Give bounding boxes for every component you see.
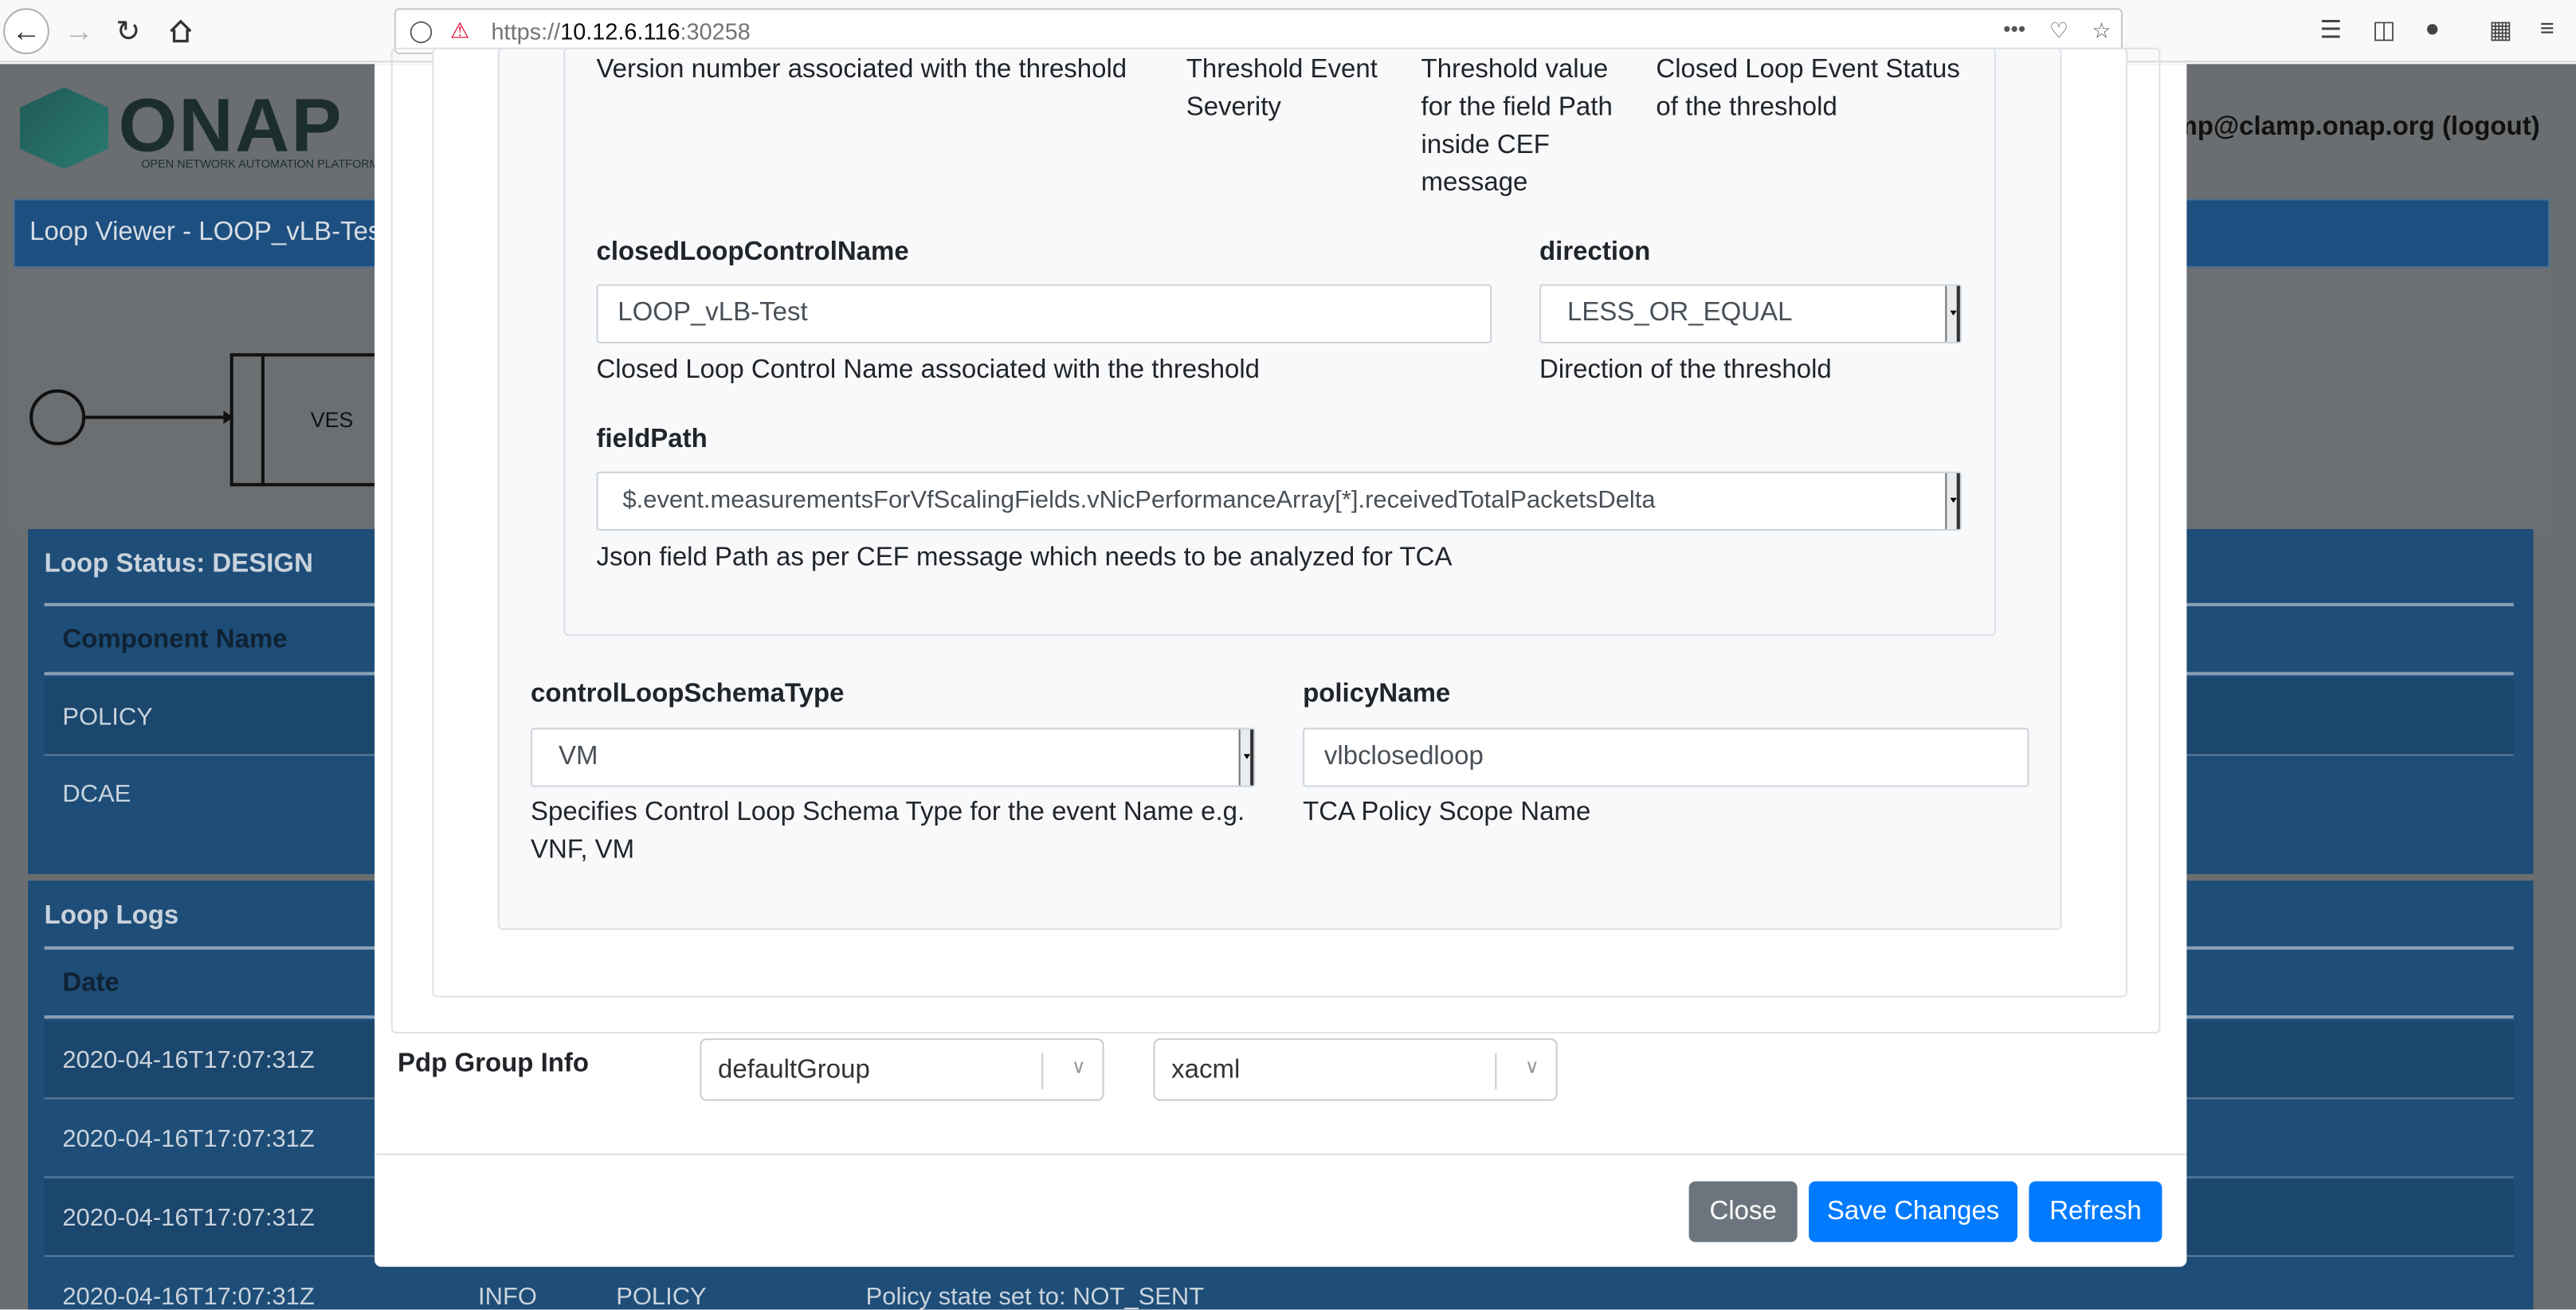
close-button[interactable]: Close xyxy=(1688,1181,1798,1242)
logo-cube-icon xyxy=(19,87,109,170)
dropdown-arrow-icon xyxy=(1945,285,1960,342)
ves-label: VES xyxy=(311,408,354,432)
shield-icon: ◯ xyxy=(409,18,433,43)
insecure-lock-icon: ⚠ xyxy=(449,18,469,43)
reload-icon: ↻ xyxy=(116,14,141,47)
chevron-down-icon: ∨ xyxy=(1071,1054,1086,1078)
pdp-subgroup-select[interactable]: xacml ∨ xyxy=(1153,1038,1558,1101)
policy-editor-modal: Version number associated with the thres… xyxy=(374,47,2187,1267)
policy-name-input[interactable]: vlbclosedloop xyxy=(1303,728,2029,787)
modal-footer-divider xyxy=(374,1153,2187,1155)
pocket-icon[interactable]: ♡ xyxy=(2049,18,2068,45)
home-button[interactable] xyxy=(158,8,204,54)
direction-description: Direction of the threshold xyxy=(1539,356,1832,385)
schema-type-select[interactable]: VM xyxy=(530,728,1256,787)
direction-label: direction xyxy=(1539,237,1651,267)
url-text: https://10.12.6.116:30258 xyxy=(491,18,751,45)
reload-button[interactable]: ↻ xyxy=(105,8,151,54)
menu-icon[interactable]: ≡ xyxy=(2540,15,2554,43)
home-icon xyxy=(170,19,192,43)
pdp-group-select[interactable]: defaultGroup ∨ xyxy=(700,1038,1104,1101)
loop-viewer-title: Loop Viewer - LOOP_vLB-Test xyxy=(29,218,389,247)
back-button[interactable]: ← xyxy=(3,8,49,55)
refresh-button[interactable]: Refresh xyxy=(2029,1181,2162,1242)
page-actions-button[interactable]: ••• xyxy=(2003,17,2025,41)
account-icon[interactable]: ● xyxy=(2425,15,2440,43)
select-separator xyxy=(1041,1053,1044,1090)
bookmark-star-icon[interactable]: ☆ xyxy=(2092,18,2111,45)
pdp-group-label: Pdp Group Info xyxy=(397,1049,590,1078)
user-logout-link[interactable]: mp@clamp.onap.org (logout) xyxy=(2174,113,2540,143)
closed-loop-name-label: closedLoopControlName xyxy=(596,237,909,267)
dropdown-arrow-icon xyxy=(1238,729,1254,786)
loop-logs-title: Loop Logs xyxy=(44,901,179,931)
loop-diagram-svg: VES xyxy=(29,353,398,487)
schema-type-description: Specifies Control Loop Schema Type for t… xyxy=(530,798,1245,865)
threshold-value-description: Threshold value for the field Path insid… xyxy=(1421,56,1613,198)
closed-loop-name-description: Closed Loop Control Name associated with… xyxy=(596,356,1261,385)
version-description: Version number associated with the thres… xyxy=(596,56,1127,84)
logo-text: ONAP xyxy=(118,82,343,168)
field-path-label: fieldPath xyxy=(596,426,708,454)
chevron-down-icon: ∨ xyxy=(1524,1054,1540,1078)
dropdown-arrow-icon xyxy=(1945,473,1960,529)
forward-button[interactable]: → xyxy=(56,8,102,54)
closed-loop-status-description: Closed Loop Event Status of the threshol… xyxy=(1656,56,1960,122)
arrow-right-icon: → xyxy=(64,14,94,47)
save-changes-button[interactable]: Save Changes xyxy=(1809,1181,2018,1242)
onap-logo: ONAP OPEN NETWORK AUTOMATION PLATFORM xyxy=(19,82,398,175)
arrow-left-icon: ← xyxy=(11,14,41,47)
extensions-icon[interactable]: ▦ xyxy=(2489,15,2512,45)
closed-loop-name-input[interactable]: LOOP_vLB-Test xyxy=(596,284,1492,343)
loop-status-title: Loop Status: DESIGN xyxy=(44,550,313,579)
policy-name-description: TCA Policy Scope Name xyxy=(1303,798,1591,827)
severity-description: Threshold Event Severity xyxy=(1186,56,1378,122)
select-separator xyxy=(1495,1053,1497,1090)
start-node xyxy=(29,389,86,445)
library-icon[interactable]: ☰ xyxy=(2319,15,2342,45)
field-path-description: Json field Path as per CEF message which… xyxy=(596,543,1453,572)
direction-select[interactable]: LESS_OR_EQUAL xyxy=(1539,284,1962,343)
policy-name-label: policyName xyxy=(1303,680,1451,708)
schema-type-label: controlLoopSchemaType xyxy=(530,680,845,708)
logo-subtitle: OPEN NETWORK AUTOMATION PLATFORM xyxy=(141,159,379,171)
sidebar-icon[interactable]: ◫ xyxy=(2372,15,2395,45)
field-path-select[interactable]: $.event.measurementsForVfScalingFields.v… xyxy=(596,471,1962,531)
